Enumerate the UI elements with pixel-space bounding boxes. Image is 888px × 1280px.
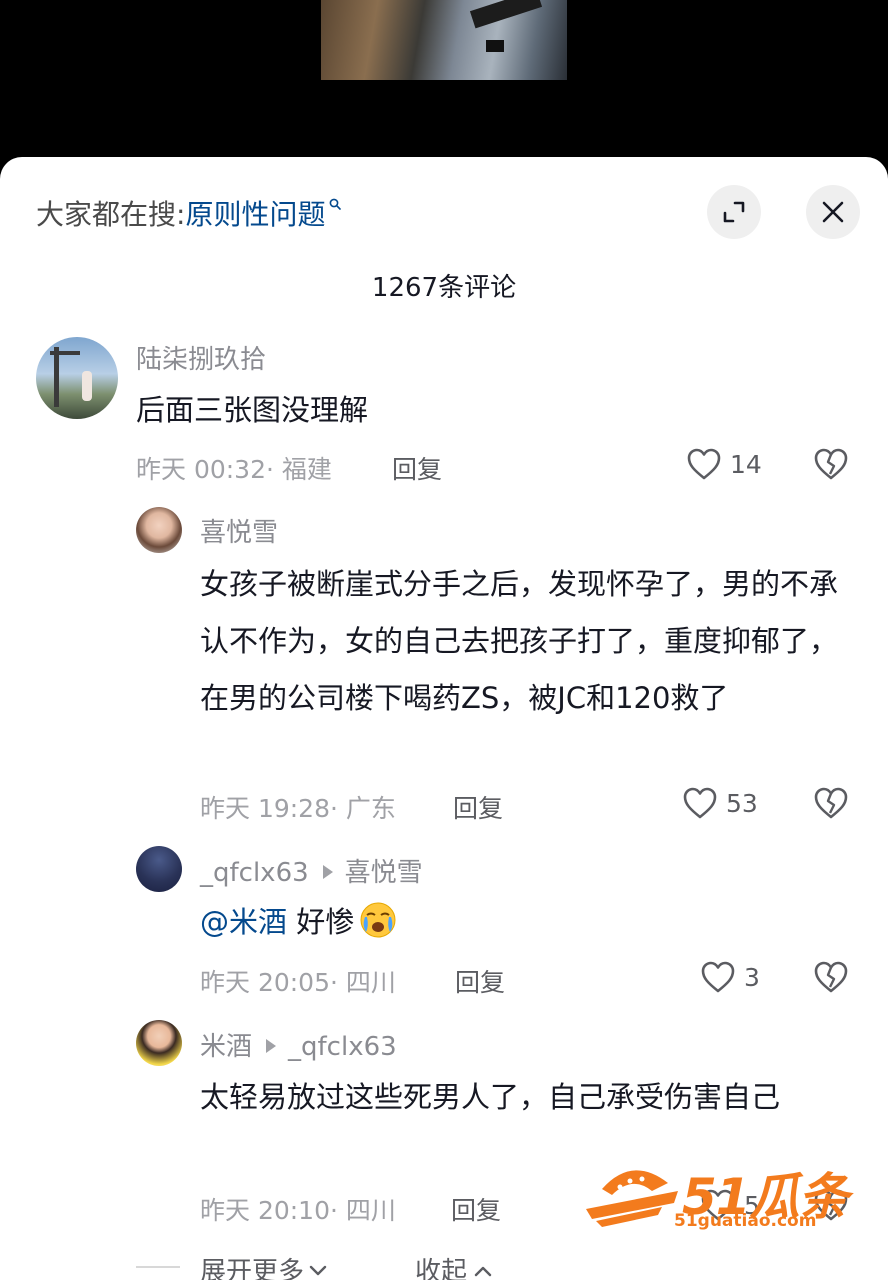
close-button[interactable]	[806, 185, 860, 239]
video-player[interactable]	[0, 0, 888, 170]
chevron-down-icon	[309, 1265, 327, 1276]
watermelon-logo-icon	[586, 1170, 678, 1227]
reply-button[interactable]: 回复	[455, 963, 505, 999]
like-button[interactable]: 53	[682, 786, 758, 820]
expand-button[interactable]	[707, 185, 761, 239]
collapse-button[interactable]: 收起	[415, 1251, 493, 1280]
trending-search[interactable]: 大家都在搜:原则性问题	[36, 193, 342, 233]
comment-username[interactable]: _qfclx63 喜悦雪	[200, 852, 423, 889]
expand-icon	[723, 201, 745, 223]
dislike-icon[interactable]	[813, 447, 849, 481]
dislike-icon[interactable]	[813, 786, 849, 820]
comment-username[interactable]: 喜悦雪	[200, 512, 278, 549]
avatar[interactable]	[136, 507, 182, 553]
chevron-up-icon	[474, 1266, 492, 1277]
search-icon	[330, 198, 342, 210]
trending-search-keyword[interactable]: 原则性问题	[185, 198, 325, 231]
heart-icon	[687, 448, 721, 480]
close-icon	[822, 201, 844, 223]
comment-meta: 昨天 00:32· 福建	[136, 455, 332, 484]
comment-username[interactable]: 米酒 _qfclx63	[200, 1026, 397, 1063]
comment-meta: 昨天 19:28· 广东	[200, 794, 396, 823]
watermark: 51瓜条 51guatiao.com	[582, 1157, 862, 1237]
watermark-url: 51guatiao.com	[674, 1211, 817, 1231]
comment-meta: 昨天 20:05· 四川	[200, 968, 396, 997]
heart-icon	[701, 961, 735, 993]
mention-link[interactable]: @米酒	[200, 905, 287, 939]
comment-text: 太轻易放过这些死男人了，自己承受伤害自己	[200, 1080, 781, 1114]
like-count: 53	[726, 788, 758, 818]
divider	[136, 1266, 180, 1268]
video-frame	[321, 0, 567, 80]
trending-search-label: 大家都在搜:	[36, 198, 186, 231]
reply-button[interactable]: 回复	[453, 789, 503, 825]
avatar[interactable]	[36, 337, 118, 419]
comments-sheet: 大家都在搜:原则性问题 1267条评论 陆柒捌玖拾 后面三张图没理解 昨天 00…	[0, 157, 888, 1280]
like-count: 14	[730, 449, 762, 479]
comment-text: 女孩子被断崖式分手之后，发现怀孕了，男的不承认不作为，女的自己去把孩子打了，重度…	[200, 567, 839, 715]
comment-username[interactable]: 陆柒捌玖拾	[136, 339, 266, 376]
reply-button[interactable]: 回复	[392, 450, 442, 486]
avatar[interactable]	[136, 1020, 182, 1066]
comment-meta: 昨天 20:10· 四川	[200, 1196, 396, 1225]
comment-count: 1267条评论	[371, 273, 517, 303]
like-count: 3	[744, 962, 760, 992]
like-button[interactable]: 3	[700, 960, 760, 994]
comment-text: @米酒 好惨	[200, 894, 850, 951]
like-button[interactable]: 14	[686, 447, 762, 481]
dislike-icon[interactable]	[813, 960, 849, 994]
expand-more-button[interactable]: 展开更多	[200, 1251, 328, 1280]
crying-emoji-icon	[360, 902, 396, 938]
avatar[interactable]	[136, 846, 182, 892]
reply-button[interactable]: 回复	[451, 1191, 501, 1227]
comment-text: 后面三张图没理解	[136, 393, 369, 427]
heart-icon	[683, 787, 717, 819]
